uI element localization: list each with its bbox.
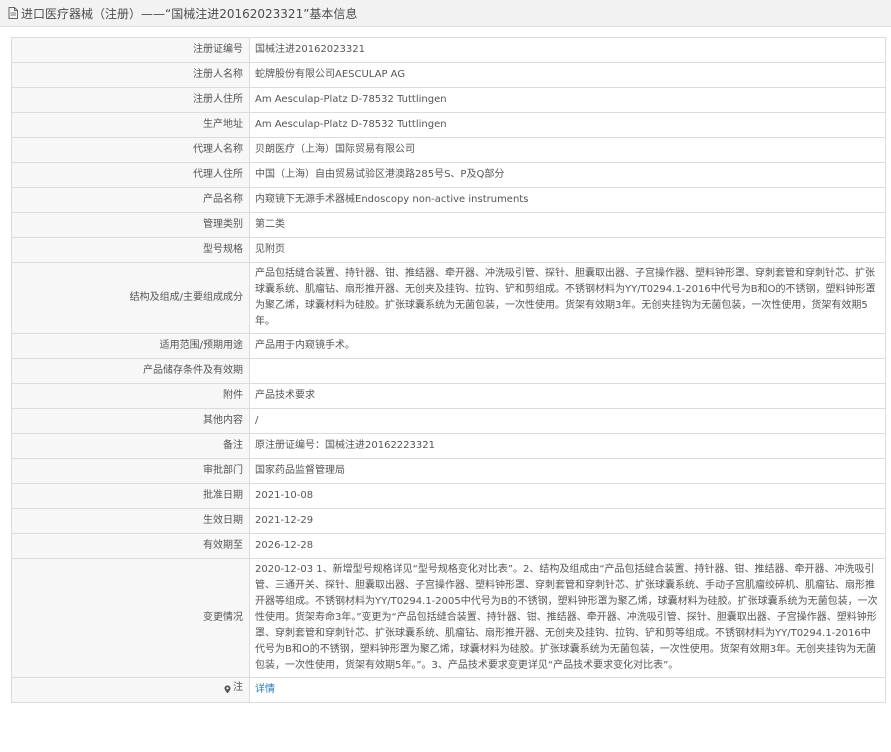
table-row: 备注 原注册证编号：国械注进20162223321 (11, 433, 886, 459)
table-row: 注册人名称 蛇牌股份有限公司AESCULAP AG (11, 62, 886, 88)
note-label: 注 (233, 682, 243, 694)
row-value: 见附页 (249, 237, 886, 263)
row-label: 变更情况 (11, 558, 250, 678)
table-row: 其他内容 / (11, 408, 886, 434)
row-value: 蛇牌股份有限公司AESCULAP AG (249, 62, 886, 88)
row-value: Am Aesculap-Platz D-78532 Tuttlingen (249, 87, 886, 113)
row-label: 附件 (11, 383, 250, 409)
row-value: 中国（上海）自由贸易试验区港澳路285号S、P及Q部分 (249, 162, 886, 188)
row-label: 型号规格 (11, 237, 250, 263)
row-label: 管理类别 (11, 212, 250, 238)
row-label: 适用范围/预期用途 (11, 333, 250, 359)
row-value (249, 358, 886, 384)
row-value: 产品用于内窥镜手术。 (249, 333, 886, 359)
row-label: 代理人住所 (11, 162, 250, 188)
note-label-cell: 注 (11, 677, 250, 703)
table-row: 管理类别 第二类 (11, 212, 886, 238)
info-table: 注册证编号 国械注进20162023321 注册人名称 蛇牌股份有限公司AESC… (11, 37, 886, 703)
row-value: 产品包括缝合装置、持针器、钳、推结器、牵开器、冲洗吸引管、探针、胆囊取出器、子宫… (249, 262, 886, 334)
row-label: 代理人名称 (11, 137, 250, 163)
document-icon (8, 7, 18, 19)
row-value: 产品技术要求 (249, 383, 886, 409)
table-row: 变更情况 2020-12-03 1、新增型号规格详见“型号规格变化对比表”。2、… (11, 558, 886, 678)
table-row: 附件 产品技术要求 (11, 383, 886, 409)
row-label: 备注 (11, 433, 250, 459)
note-value: 详情 (249, 677, 886, 703)
table-row: 结构及组成/主要组成成分 产品包括缝合装置、持针器、钳、推结器、牵开器、冲洗吸引… (11, 262, 886, 334)
row-value: 2021-10-08 (249, 483, 886, 509)
row-value: Am Aesculap-Platz D-78532 Tuttlingen (249, 112, 886, 138)
row-label: 注册人名称 (11, 62, 250, 88)
table-row: 型号规格 见附页 (11, 237, 886, 263)
row-label: 批准日期 (11, 483, 250, 509)
row-value: 2021-12-29 (249, 508, 886, 534)
row-label: 其他内容 (11, 408, 250, 434)
row-label: 注册人住所 (11, 87, 250, 113)
table-row: 批准日期 2021-10-08 (11, 483, 886, 509)
row-label: 有效期至 (11, 533, 250, 559)
row-label: 结构及组成/主要组成成分 (11, 262, 250, 334)
table-row: 注册人住所 Am Aesculap-Platz D-78532 Tuttling… (11, 87, 886, 113)
table-row: 产品名称 内窥镜下无源手术器械Endoscopy non-active inst… (11, 187, 886, 213)
note-row: 注 详情 (11, 677, 886, 703)
table-row: 注册证编号 国械注进20162023321 (11, 37, 886, 63)
row-value: 原注册证编号：国械注进20162223321 (249, 433, 886, 459)
row-label: 产品储存条件及有效期 (11, 358, 250, 384)
details-link[interactable]: 详情 (255, 684, 275, 695)
table-row: 代理人名称 贝朗医疗（上海）国际贸易有限公司 (11, 137, 886, 163)
row-label: 注册证编号 (11, 37, 250, 63)
table-row: 代理人住所 中国（上海）自由贸易试验区港澳路285号S、P及Q部分 (11, 162, 886, 188)
row-value: 2020-12-03 1、新增型号规格详见“型号规格变化对比表”。2、结构及组成… (249, 558, 886, 678)
row-value: 国家药品监督管理局 (249, 458, 886, 484)
row-value: 内窥镜下无源手术器械Endoscopy non-active instrumen… (249, 187, 886, 213)
row-value: 第二类 (249, 212, 886, 238)
table-row: 生效日期 2021-12-29 (11, 508, 886, 534)
pin-icon (224, 684, 231, 694)
table-row: 产品储存条件及有效期 (11, 358, 886, 384)
table-row: 审批部门 国家药品监督管理局 (11, 458, 886, 484)
row-label: 生效日期 (11, 508, 250, 534)
page-title: 进口医疗器械（注册）——“国械注进20162023321”基本信息 (21, 6, 358, 21)
row-label: 审批部门 (11, 458, 250, 484)
row-label: 生产地址 (11, 112, 250, 138)
row-label: 产品名称 (11, 187, 250, 213)
row-value: 国械注进20162023321 (249, 37, 886, 63)
table-row: 适用范围/预期用途 产品用于内窥镜手术。 (11, 333, 886, 359)
table-row: 有效期至 2026-12-28 (11, 533, 886, 559)
page-header: 进口医疗器械（注册）——“国械注进20162023321”基本信息 (0, 0, 891, 27)
table-row: 生产地址 Am Aesculap-Platz D-78532 Tuttlinge… (11, 112, 886, 138)
row-value: 2026-12-28 (249, 533, 886, 559)
row-value: / (249, 408, 886, 434)
row-value: 贝朗医疗（上海）国际贸易有限公司 (249, 137, 886, 163)
